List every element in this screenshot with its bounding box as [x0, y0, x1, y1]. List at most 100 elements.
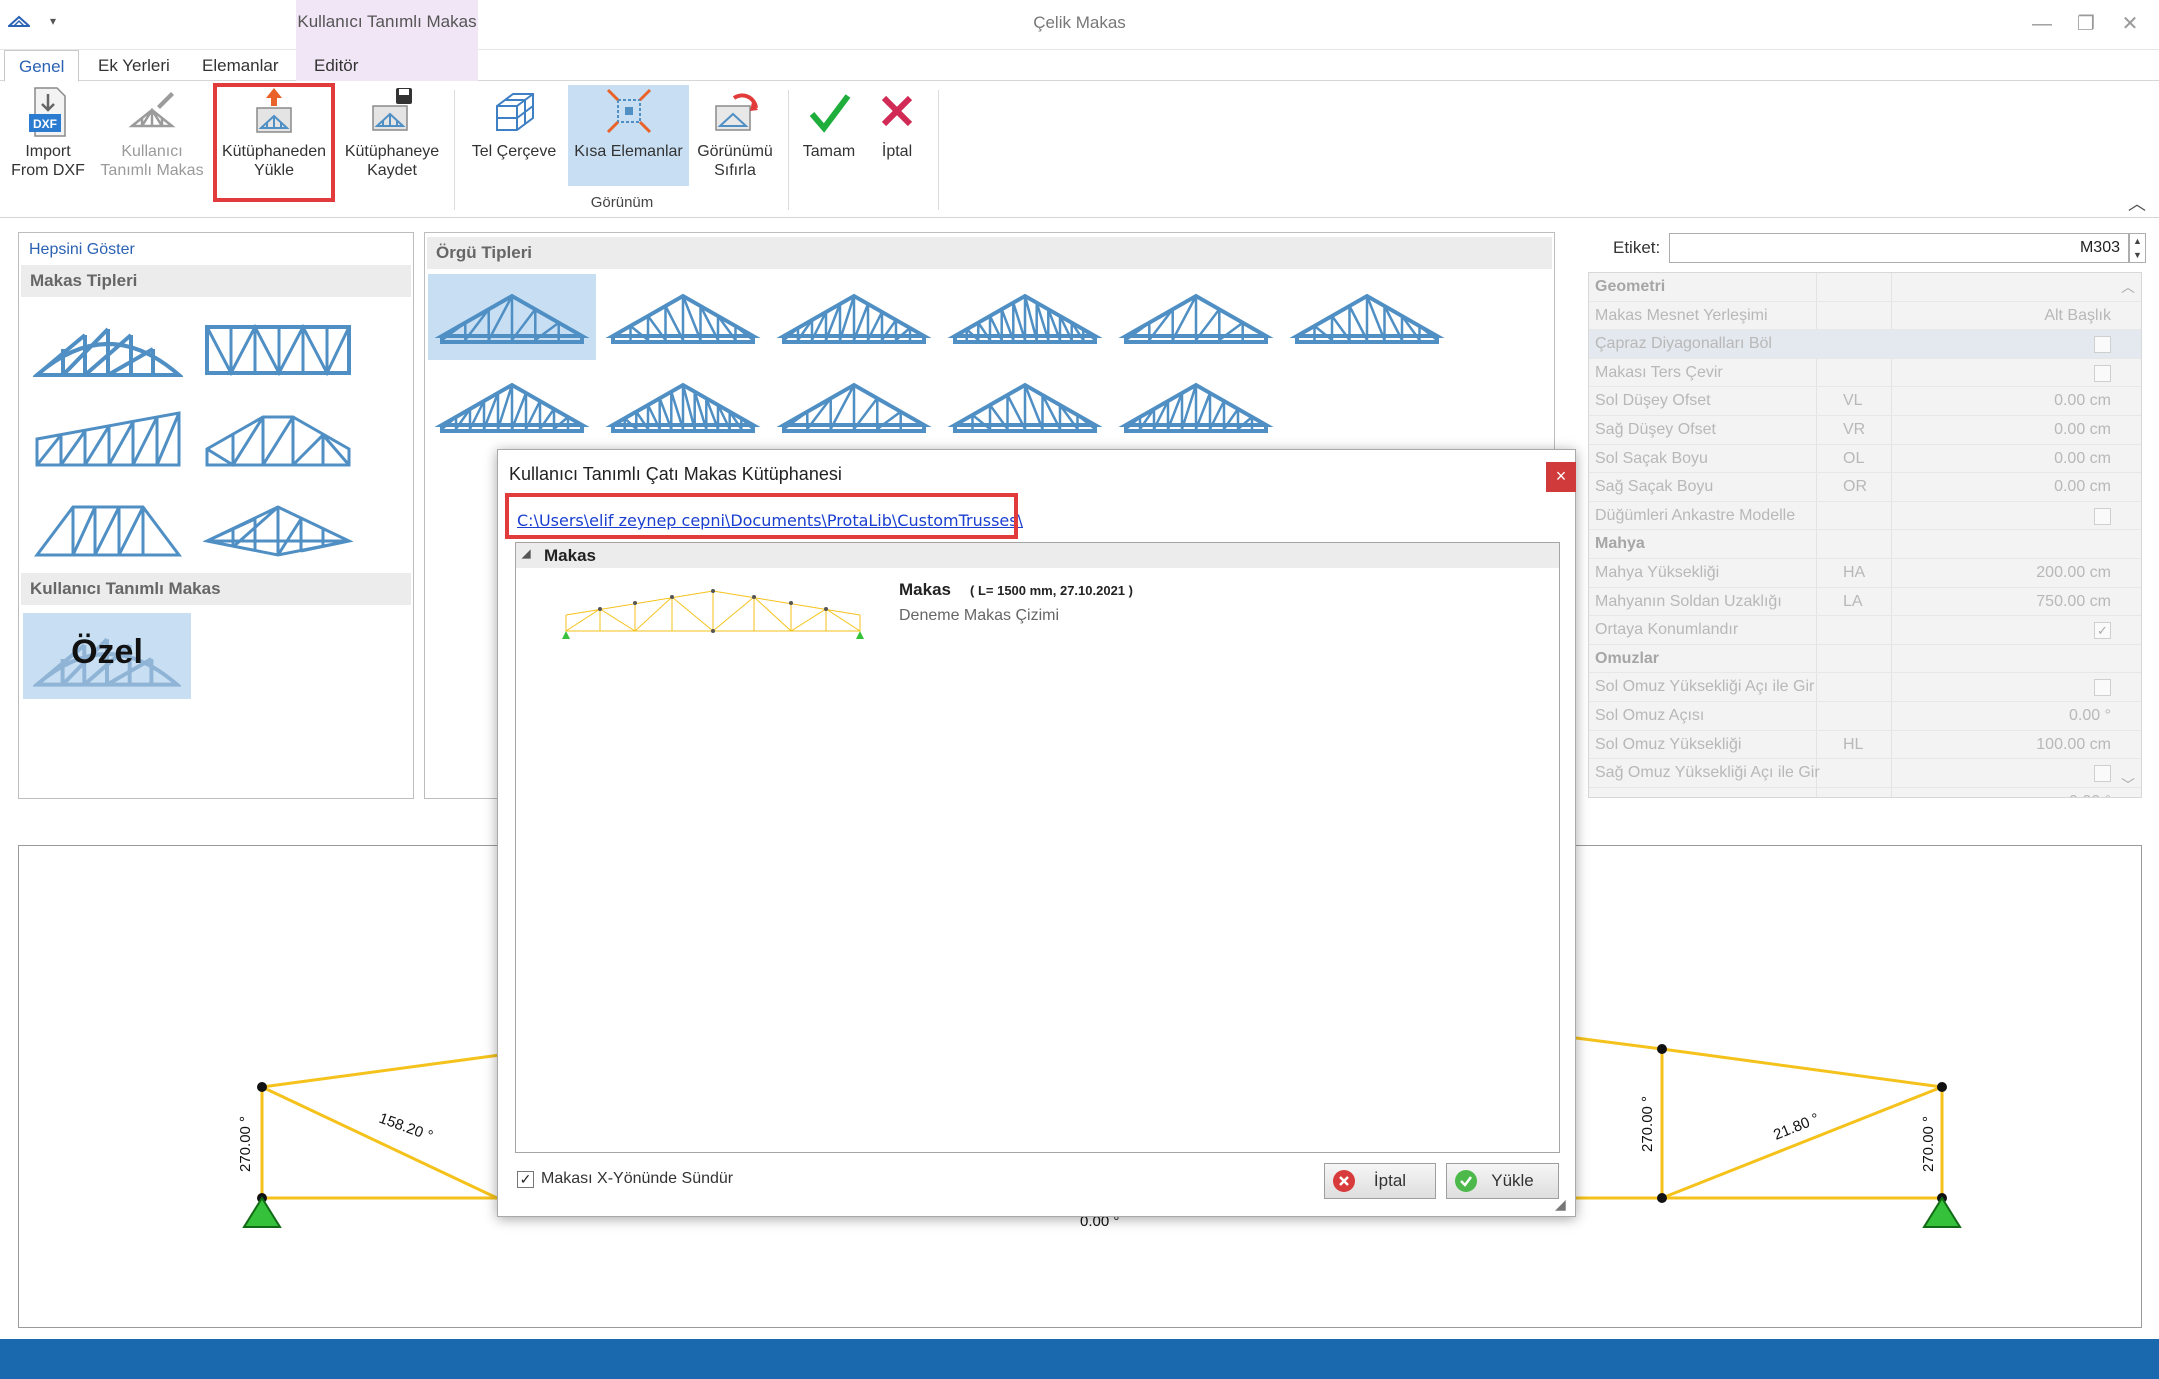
web-type-icon[interactable]: [947, 293, 1103, 344]
property-row[interactable]: Mahyanın Soldan Uzaklığı LA 750.00 cm: [1589, 588, 2141, 617]
grid-scroll-down-icon[interactable]: ﹀: [2121, 775, 2135, 795]
import-dxf-button[interactable]: DXF Import From DXF: [6, 86, 90, 186]
collapse-ribbon-icon[interactable]: ︿: [2128, 190, 2146, 216]
property-value[interactable]: 200.00 cm: [2036, 564, 2111, 582]
tab-elemanlar[interactable]: Elemanlar: [188, 50, 293, 82]
property-value[interactable]: 0.00 cm: [2054, 478, 2111, 496]
property-name: Sağ Düşey Ofset: [1595, 420, 1716, 438]
user-defined-truss-button[interactable]: Kullanıcı Tanımlı Makas: [96, 86, 208, 186]
status-bar: [0, 1339, 2159, 1379]
checkmark-icon: [809, 94, 851, 133]
tab-ek-yerleri[interactable]: Ek Yerleri: [84, 50, 184, 82]
grid-scroll-up-icon[interactable]: ︿: [2121, 277, 2135, 297]
property-row[interactable]: Sağ Saçak Boyu OR 0.00 cm: [1589, 473, 2141, 502]
collapse-group-icon[interactable]: ◢: [522, 547, 530, 560]
wireframe-button[interactable]: Tel Çerçeve: [466, 86, 562, 186]
custom-truss-tile[interactable]: Özel: [23, 613, 191, 699]
property-value[interactable]: 0.00 °: [2069, 707, 2111, 725]
property-row[interactable]: Ortaya Konumlandır ✓: [1589, 616, 2141, 645]
property-value[interactable]: 100.00 cm: [2036, 736, 2111, 754]
short-elements-button[interactable]: Kısa Elemanlar: [568, 86, 689, 186]
property-row[interactable]: Sol Omuz Yüksekliği HL 100.00 cm: [1589, 731, 2141, 760]
quick-access-dropdown-icon[interactable]: ▾: [50, 14, 56, 28]
restore-icon[interactable]: ❐: [2066, 8, 2106, 40]
property-checkbox[interactable]: [2094, 507, 2111, 525]
web-type-icon[interactable]: [434, 382, 590, 433]
library-item-name[interactable]: Makas: [899, 580, 951, 600]
web-type-icon[interactable]: [776, 293, 932, 344]
property-value[interactable]: 750.00 cm: [2036, 593, 2111, 611]
property-symbol: HL: [1843, 735, 1864, 753]
reset-view-button[interactable]: Görünümü Sıfırla: [692, 86, 778, 186]
property-checkbox[interactable]: [2094, 364, 2111, 382]
wireframe-cube-icon: [496, 93, 534, 131]
reset-view-icon: [715, 93, 758, 131]
dialog-close-button[interactable]: ×: [1546, 462, 1576, 492]
property-row[interactable]: Sağ Omuz Yüksekliği Açı ile Gir: [1589, 759, 2141, 788]
property-row[interactable]: Makas Mesnet Yerleşimi Alt Başlık: [1589, 302, 2141, 331]
property-category[interactable]: Mahya: [1589, 530, 2141, 559]
property-value[interactable]: 0.00 cm: [2054, 392, 2111, 410]
library-item-thumbnail[interactable]: [560, 585, 866, 641]
property-row[interactable]: Sol Omuz Açısı 0.00 °: [1589, 702, 2141, 731]
property-row[interactable]: Çapraz Diyagonalları Böl: [1589, 330, 2141, 359]
property-row[interactable]: Düğümleri Ankastre Modelle: [1589, 502, 2141, 531]
property-value[interactable]: 0.00 cm: [2054, 450, 2111, 468]
property-checkbox[interactable]: [2094, 336, 2111, 354]
property-row[interactable]: 0.00 °: [1589, 788, 2141, 797]
app-icon[interactable]: [6, 14, 32, 28]
arch-truss-icon[interactable]: [33, 319, 183, 379]
dialog-load-button[interactable]: Yükle: [1446, 1163, 1559, 1199]
web-types-grid: [434, 293, 1445, 433]
web-type-icon[interactable]: [1118, 382, 1274, 433]
property-row[interactable]: Mahya Yüksekliği HA 200.00 cm: [1589, 559, 2141, 588]
web-type-icon[interactable]: [947, 382, 1103, 433]
resize-grip-icon[interactable]: ◢: [1555, 1196, 1566, 1213]
pratt-pitched-truss-icon[interactable]: [33, 499, 183, 559]
property-row[interactable]: Sağ Düşey Ofset VR 0.00 cm: [1589, 416, 2141, 445]
property-value[interactable]: 0.00 cm: [2054, 421, 2111, 439]
property-category[interactable]: Geometri: [1589, 273, 2141, 302]
web-type-icon[interactable]: [605, 293, 761, 344]
label-input[interactable]: M303: [1669, 233, 2129, 263]
property-name: Mahyanın Soldan Uzaklığı: [1595, 592, 1782, 610]
property-row[interactable]: Sol Saçak Boyu OL 0.00 cm: [1589, 445, 2141, 474]
property-checkbox[interactable]: [2094, 679, 2111, 697]
close-window-icon[interactable]: ✕: [2110, 8, 2150, 40]
property-checkbox[interactable]: [2094, 765, 2111, 783]
property-name: Omuzlar: [1595, 649, 1660, 667]
property-value[interactable]: 0.00 °: [2069, 793, 2111, 797]
web-type-icon[interactable]: [605, 382, 761, 433]
web-type-icon[interactable]: [1118, 293, 1274, 344]
mono-pitch-truss-icon[interactable]: [33, 409, 183, 469]
library-group-header[interactable]: ◢ Makas: [516, 543, 1559, 568]
ok-button[interactable]: Tamam: [796, 86, 862, 186]
property-row[interactable]: Makası Ters Çevir: [1589, 359, 2141, 388]
dialog-cancel-button[interactable]: İptal: [1324, 1163, 1436, 1199]
extend-x-checkbox[interactable]: ✓: [517, 1171, 534, 1188]
truss-edit-icon: [128, 92, 176, 128]
property-row[interactable]: Sol Omuz Yüksekliği Açı ile Gir: [1589, 673, 2141, 702]
web-type-icon[interactable]: [776, 382, 932, 433]
property-value[interactable]: Alt Başlık: [2044, 307, 2111, 325]
cancel-ribbon-button[interactable]: İptal: [866, 86, 928, 186]
minimize-icon[interactable]: —: [2022, 8, 2062, 40]
web-type-icon[interactable]: [434, 293, 590, 344]
web-type-icon[interactable]: [1289, 293, 1445, 344]
property-name: Sol Omuz Açısı: [1595, 706, 1705, 724]
extend-x-label: Makası X-Yönünde Sündür: [541, 1170, 734, 1187]
property-name: Makas Mesnet Yerleşimi: [1595, 306, 1768, 324]
show-all-link[interactable]: Hepsini Göster: [29, 241, 135, 259]
property-grid: Geometri Makas Mesnet Yerleşimi Alt Başlık…: [1588, 272, 2142, 798]
path-highlight: [505, 493, 1018, 539]
hip-truss-icon[interactable]: [203, 409, 353, 469]
label-spinner[interactable]: ▲ ▼: [2129, 233, 2146, 263]
tab-editor[interactable]: Editör: [300, 50, 372, 82]
property-category[interactable]: Omuzlar: [1589, 645, 2141, 674]
property-checkbox[interactable]: ✓: [2094, 622, 2111, 640]
save-to-library-button[interactable]: Kütüphaneye Kaydet: [340, 86, 444, 186]
scissor-truss-icon[interactable]: [203, 499, 353, 559]
flat-truss-icon[interactable]: [203, 319, 353, 379]
tab-genel[interactable]: Genel: [4, 50, 80, 82]
property-row[interactable]: Sol Düşey Ofset VL 0.00 cm: [1589, 387, 2141, 416]
